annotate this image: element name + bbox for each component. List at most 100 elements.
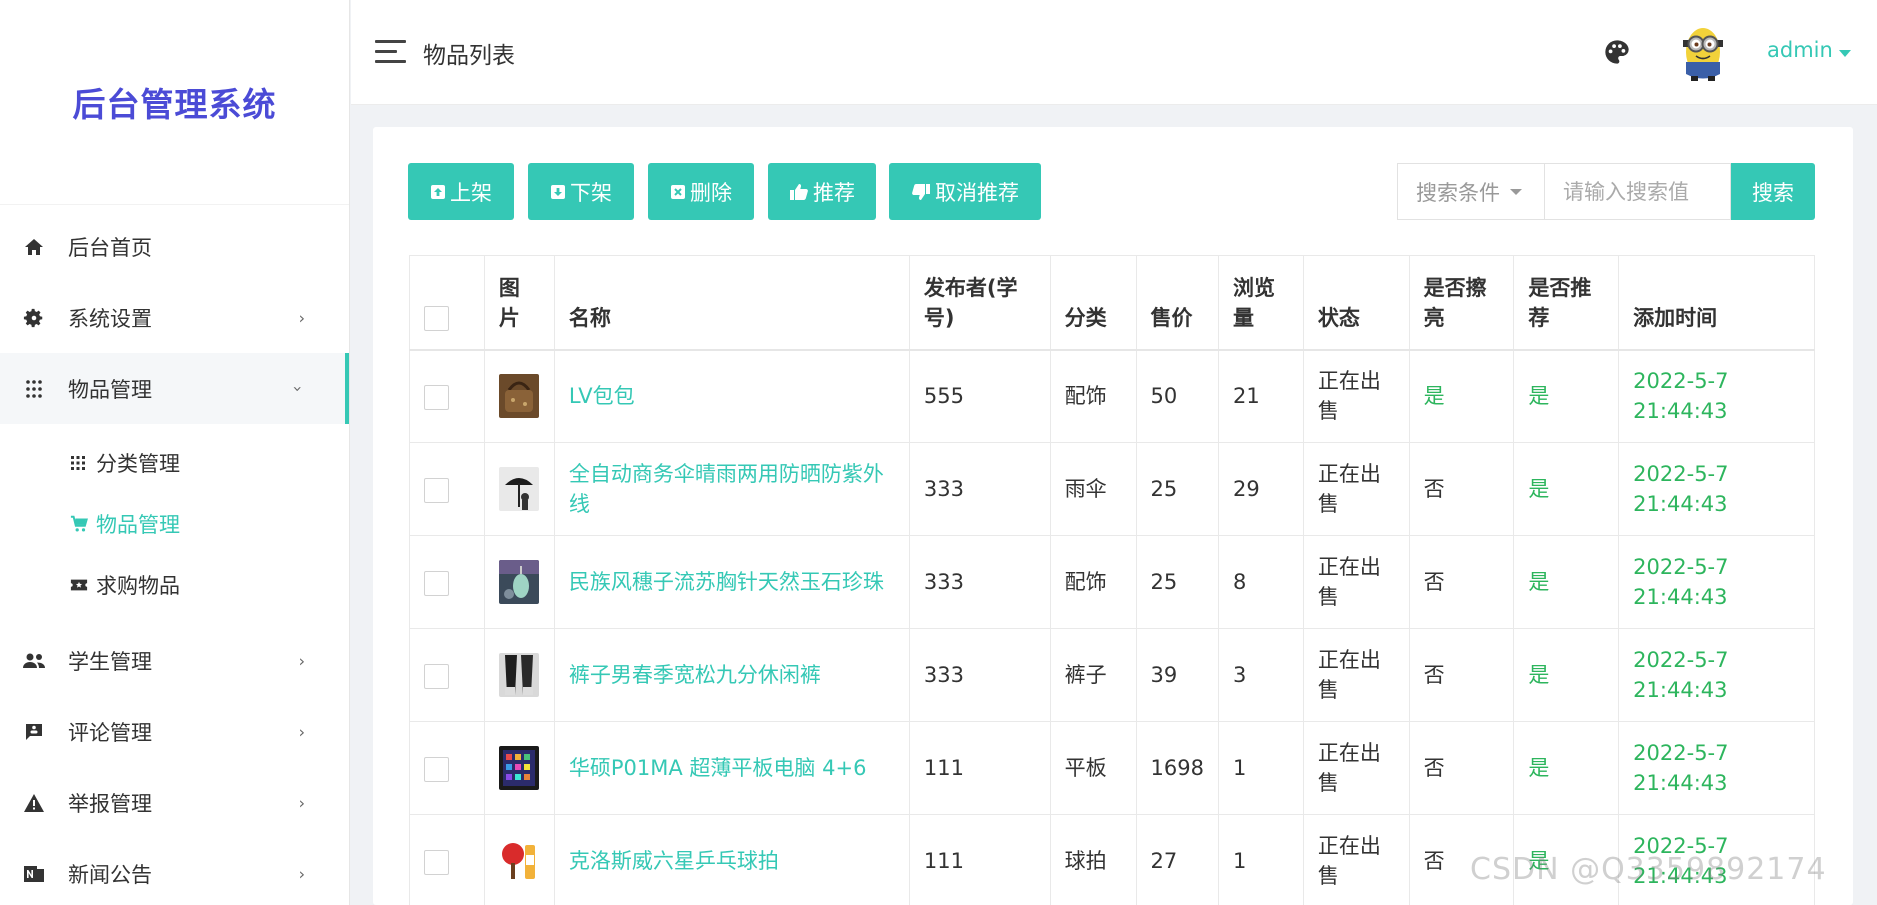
polished-cell: 否 (1408, 442, 1515, 536)
added-time-cell: 2022-5-7 21:44:43 (1618, 721, 1815, 815)
item-thumbnail[interactable] (498, 374, 539, 419)
chevron-right-icon: › (298, 793, 305, 812)
views-cell: 1 (1217, 721, 1304, 815)
sidebar-item-reports[interactable]: 举报管理 › (0, 767, 349, 838)
palette-icon[interactable] (1603, 38, 1631, 66)
on-shelf-label: 上架 (450, 180, 492, 205)
recommended-cell: 是 (1513, 535, 1620, 629)
sidebar-item-label: 新闻公告 (68, 862, 152, 887)
added-date: 2022-5-7 (1633, 555, 1729, 579)
caret-down-icon[interactable] (1839, 50, 1851, 57)
row-checkbox[interactable] (424, 849, 449, 875)
avatar[interactable] (1677, 22, 1729, 82)
category-cell: 裤子 (1049, 628, 1137, 722)
sidebar-item-item-management[interactable]: 物品管理 › (0, 353, 349, 424)
sidebar-item-label: 学生管理 (68, 649, 152, 674)
sidebar-item-label: 系统设置 (68, 306, 152, 331)
recommend-button[interactable]: 推荐 (768, 163, 876, 220)
views-cell: 8 (1217, 535, 1304, 629)
download-icon (551, 184, 565, 199)
submenu-item-management: 分类管理 物品管理 求购物品 (0, 424, 349, 625)
item-name-link[interactable]: 华硕P01MA 超薄平板电脑 4+6 (569, 756, 867, 780)
item-name-link[interactable]: 裤子男春季宽松九分休闲裤 (569, 663, 821, 687)
added-time: 21:44:43 (1633, 585, 1728, 609)
col-polished: 是否擦亮 (1408, 255, 1515, 351)
table-row: 全自动商务伞晴雨两用防晒防紫外线 333 雨伞 25 29 正在出售 否 是 2… (409, 442, 1815, 536)
table-row: 裤子男春季宽松九分休闲裤 333 裤子 39 3 正在出售 否 是 2022-5… (409, 628, 1815, 722)
publisher-cell: 111 (908, 721, 1051, 815)
item-thumbnail[interactable] (498, 467, 539, 511)
row-checkbox[interactable] (424, 756, 449, 782)
on-shelf-button[interactable]: 上架 (408, 163, 514, 220)
search-condition-label: 搜索条件 (1416, 180, 1500, 205)
item-name-link[interactable]: 全自动商务伞晴雨两用防晒防紫外线 (569, 462, 884, 516)
people-icon (22, 649, 46, 673)
sidebar-subitem-items[interactable]: 物品管理 (0, 493, 349, 554)
price-cell: 27 (1135, 814, 1219, 905)
views-cell: 1 (1217, 814, 1304, 905)
added-time-cell: 2022-5-7 21:44:43 (1618, 535, 1815, 629)
row-checkbox[interactable] (424, 384, 449, 410)
sidebar-subitem-wanted[interactable]: 求购物品 (0, 554, 349, 615)
apps-icon (70, 455, 90, 471)
delete-label: 删除 (690, 180, 732, 205)
delete-button[interactable]: 删除 (648, 163, 754, 220)
item-name-cell: LV包包 (553, 349, 910, 443)
sidebar-item-students[interactable]: 学生管理 › (0, 625, 349, 696)
sidebar-item-news[interactable]: 新闻公告 › (0, 838, 349, 905)
page-title: 物品列表 (423, 43, 515, 69)
recommend-label: 推荐 (813, 180, 855, 205)
menu-toggle-icon[interactable] (375, 40, 406, 64)
user-menu[interactable]: admin (1767, 38, 1833, 62)
item-name-link[interactable]: 民族风穗子流苏胸针天然玉石珍珠 (569, 570, 884, 594)
item-name-cell: 克洛斯威六星乒乓球拍 (553, 814, 910, 905)
col-publisher: 发布者(学号) (908, 255, 1051, 351)
logo: 后台管理系统 (0, 0, 349, 205)
chevron-down-icon: › (288, 385, 308, 392)
item-name-link[interactable]: 克洛斯威六星乒乓球拍 (569, 849, 779, 873)
added-time-cell: 2022-5-7 21:44:43 (1618, 628, 1815, 722)
item-thumbnail[interactable] (498, 653, 539, 697)
item-thumbnail[interactable] (498, 560, 539, 604)
sidebar-subitem-label: 分类管理 (96, 451, 180, 476)
item-name-cell: 民族风穗子流苏胸针天然玉石珍珠 (553, 535, 910, 629)
item-thumbnail[interactable] (498, 746, 539, 790)
sidebar-subitem-label: 物品管理 (96, 512, 180, 537)
sidebar-item-comments[interactable]: 评论管理 › (0, 696, 349, 767)
search-condition-select[interactable]: 搜索条件 (1397, 163, 1545, 220)
cancel-recommend-button[interactable]: 取消推荐 (889, 163, 1041, 220)
home-icon (22, 235, 46, 259)
added-time: 21:44:43 (1633, 399, 1728, 424)
item-name-link[interactable]: LV包包 (569, 384, 635, 408)
col-recommended: 是否推荐 (1513, 255, 1620, 351)
sidebar-item-label: 评论管理 (68, 720, 152, 745)
chevron-right-icon: › (298, 864, 305, 883)
sidebar-item-label: 物品管理 (68, 377, 152, 402)
price-cell: 39 (1135, 628, 1219, 722)
search-input[interactable] (1545, 163, 1731, 220)
search-button[interactable]: 搜索 (1731, 163, 1815, 220)
off-shelf-button[interactable]: 下架 (528, 163, 634, 220)
sidebar-item-home[interactable]: 后台首页 (0, 211, 349, 282)
item-thumbnail[interactable] (498, 839, 539, 883)
recommended-cell: 是 (1513, 349, 1620, 443)
row-checkbox[interactable] (424, 477, 449, 503)
image-cell (483, 721, 555, 815)
sidebar-item-system-settings[interactable]: 系统设置 › (0, 282, 349, 353)
row-checkbox[interactable] (424, 663, 449, 689)
select-all-checkbox[interactable] (424, 306, 449, 331)
sidebar-subitem-category[interactable]: 分类管理 (0, 432, 349, 493)
image-cell (483, 628, 555, 722)
publisher-cell: 333 (908, 442, 1051, 536)
col-status: 状态 (1302, 255, 1410, 351)
publisher-cell: 333 (908, 628, 1051, 722)
item-name-cell: 裤子男春季宽松九分休闲裤 (553, 628, 910, 722)
items-table: 图片 名称 发布者(学号) 分类 售价 浏览量 状态 是否擦亮 是否推荐 添加时… (409, 255, 1815, 905)
select-all-cell (409, 255, 485, 351)
cart-icon (70, 515, 90, 533)
sidebar-item-label: 后台首页 (68, 235, 152, 260)
row-checkbox[interactable] (424, 570, 449, 596)
news-icon (22, 862, 46, 886)
views-cell: 21 (1217, 349, 1304, 443)
publisher-cell: 555 (908, 349, 1051, 443)
